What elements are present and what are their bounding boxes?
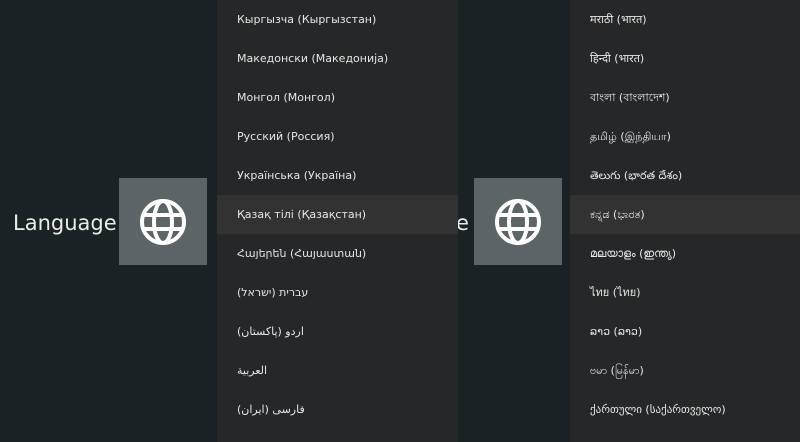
language-option[interactable]: മലയാളം (ഇന്ത്യ) [570,234,800,273]
left-language-screen: Language Кыргызча (Кыргызстан) Македонск… [0,0,458,442]
language-option[interactable]: العربية [217,351,458,390]
language-option[interactable]: ဗမာ (မြန်မာ) [570,351,800,390]
language-icon-tile [474,178,562,265]
language-option[interactable]: Հայերեն (Հայաստան) [217,234,458,273]
language-option[interactable]: Монгол (Монгол) [217,78,458,117]
language-list-panel: Кыргызча (Кыргызстан) Македонски (Македо… [217,0,458,442]
language-option-selected[interactable]: Қазақ тілі (Қазақстан) [217,195,458,234]
language-option-selected[interactable]: ಕನ್ನಡ (ಭಾರತ) [570,195,800,234]
settings-title-fragment: e [458,211,469,235]
language-option[interactable]: ქართული (საქართველო) [570,390,800,429]
language-option[interactable]: मराठी (भारत) [570,0,800,39]
language-option[interactable]: فارسی (ایران) [217,390,458,429]
language-option[interactable]: Кыргызча (Кыргызстан) [217,0,458,39]
globe-icon [495,198,541,245]
globe-icon [140,198,186,245]
language-option[interactable]: తెలుగు (భారత దేశం) [570,156,800,195]
language-list: Кыргызча (Кыргызстан) Македонски (Македо… [217,0,458,429]
language-option[interactable]: Русский (Россия) [217,117,458,156]
language-option[interactable]: தமிழ் (இந்தியா) [570,117,800,156]
language-option[interactable]: اردو (پاکستان) [217,312,458,351]
language-settings-screenshot: Language Кыргызча (Кыргызстан) Македонск… [0,0,800,442]
settings-title: Language [13,211,117,235]
language-option[interactable]: ລາວ (ລາວ) [570,312,800,351]
right-language-screen: e मराठी (भारत) हिन्दी (भारत) বাংলা (বাংল… [458,0,800,442]
language-list-panel: मराठी (भारत) हिन्दी (भारत) বাংলা (বাংলাদ… [570,0,800,442]
language-option[interactable]: हिन्दी (भारत) [570,39,800,78]
language-option[interactable]: ไทย (ไทย) [570,273,800,312]
language-list: मराठी (भारत) हिन्दी (भारत) বাংলা (বাংলাদ… [570,0,800,429]
language-option[interactable]: עברית (ישראל) [217,273,458,312]
language-option[interactable]: বাংলা (বাংলাদেশ) [570,78,800,117]
language-option[interactable]: Македонски (Македонија) [217,39,458,78]
language-icon-tile [119,178,207,265]
language-option[interactable]: Українська (Україна) [217,156,458,195]
